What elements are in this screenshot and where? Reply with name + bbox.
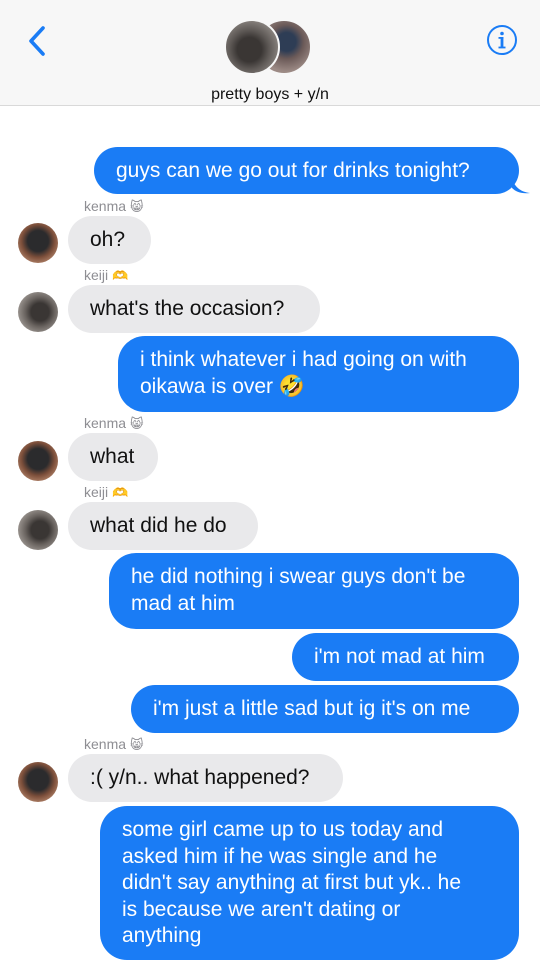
sender-label: keiji 🫶	[84, 484, 129, 500]
message-bubble-outgoing[interactable]: i'm not mad at him	[292, 633, 519, 681]
message-bubble-outgoing[interactable]: i'm just a little sad but ig it's on me	[131, 685, 519, 733]
sender-label: keiji 🫶	[84, 267, 129, 283]
member-avatar-2	[224, 19, 280, 75]
back-button[interactable]	[24, 24, 50, 58]
message-bubble-outgoing[interactable]: i think whatever i had going on with oik…	[118, 336, 519, 412]
avatar-keiji[interactable]	[18, 510, 58, 550]
info-button[interactable]	[486, 24, 518, 56]
avatar-keiji[interactable]	[18, 292, 58, 332]
message-bubble-incoming[interactable]: what	[68, 433, 158, 481]
group-avatar-stack[interactable]	[224, 18, 316, 78]
avatar-kenma[interactable]	[18, 762, 58, 802]
sender-label: kenma 😸	[84, 198, 144, 214]
message-bubble-incoming[interactable]: what's the occasion?	[68, 285, 320, 333]
message-bubble-outgoing[interactable]: some girl came up to us today and asked …	[100, 806, 519, 960]
chevron-left-icon	[29, 26, 45, 56]
avatar-kenma[interactable]	[18, 441, 58, 481]
group-name[interactable]: pretty boys + y/n	[0, 86, 540, 104]
bubble-tail	[512, 178, 530, 194]
message-bubble-incoming[interactable]: what did he do	[68, 502, 258, 550]
message-thread[interactable]: guys can we go out for drinks tonight? k…	[0, 107, 540, 960]
message-bubble-incoming[interactable]: oh?	[68, 216, 151, 264]
message-bubble-outgoing[interactable]: he did nothing i swear guys don't be mad…	[109, 553, 519, 629]
sender-label: kenma 😸	[84, 736, 144, 752]
sender-label: kenma 😸	[84, 415, 144, 431]
message-bubble-incoming[interactable]: :( y/n.. what happened?	[68, 754, 343, 802]
avatar-kenma[interactable]	[18, 223, 58, 263]
conversation-header: pretty boys + y/n	[0, 0, 540, 106]
message-bubble-outgoing[interactable]: guys can we go out for drinks tonight?	[94, 147, 519, 194]
info-icon	[487, 25, 517, 55]
